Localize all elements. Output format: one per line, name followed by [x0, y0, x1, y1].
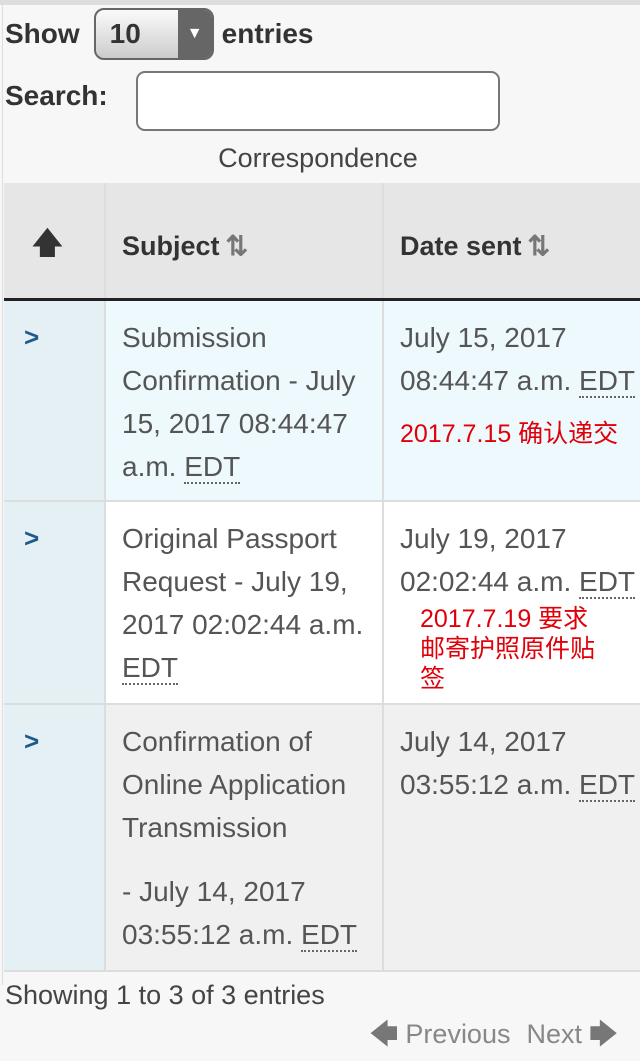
date-text: July 14, 2017 03:55:12 a.m.: [400, 726, 572, 800]
date-cell: July 15, 2017 08:44:47 a.m. EDT 2017.7.1…: [383, 299, 640, 502]
correspondence-table: 🡅 Subject ⇅ Date sent ⇅ > Submission Confi…: [4, 183, 640, 972]
date-text: July 19, 2017 02:02:44 a.m.: [400, 523, 572, 597]
timezone-abbr: EDT: [122, 652, 178, 685]
entries-select[interactable]: 10 ▼: [93, 8, 214, 60]
table-row[interactable]: > Confirmation of Online Application Tra…: [4, 704, 640, 972]
subject-text: Confirmation of Online Application Trans…: [122, 726, 347, 843]
date-column-header[interactable]: Date sent ⇅: [383, 183, 640, 301]
sort-icon: ⇅: [225, 230, 249, 261]
top-border: [0, 0, 640, 5]
search-label: Search:: [5, 80, 108, 111]
expand-column-header[interactable]: 🡅: [4, 183, 106, 301]
annotation: 2017.7.19 要求邮寄护照原件贴签: [420, 605, 596, 693]
subject-header-label: Subject: [122, 230, 220, 261]
chevron-right-icon[interactable]: >: [4, 299, 106, 502]
show-label: Show: [5, 18, 80, 49]
table-caption: Correspondence: [218, 143, 418, 173]
table-row[interactable]: > Submission Confirmation - July 15, 201…: [4, 299, 640, 502]
timezone-abbr: EDT: [579, 364, 636, 398]
chevron-right-icon[interactable]: >: [4, 501, 106, 705]
subject-cell: Confirmation of Online Application Trans…: [105, 704, 384, 972]
table-info: Showing 1 to 3 of 3 entries: [5, 980, 325, 1010]
subject-cell: Original Passport Request - July 19, 201…: [105, 501, 384, 705]
date-header-label: Date sent: [400, 230, 522, 261]
timezone-abbr: EDT: [184, 450, 241, 484]
sort-icon: ⇅: [527, 230, 551, 261]
date-cell: July 19, 2017 02:02:44 a.m. EDT 2017.7.1…: [383, 501, 640, 705]
timezone-abbr: EDT: [579, 769, 636, 802]
previous-label: Previous: [405, 1019, 511, 1049]
entries-value: 10: [109, 18, 141, 49]
subject-cell: Submission Confirmation - July 15, 2017 …: [105, 299, 384, 502]
subject-text: Original Passport Request - July 19, 201…: [122, 523, 364, 640]
search-input[interactable]: [136, 71, 500, 131]
arrow-left-icon: 🡄: [370, 1019, 398, 1049]
entries-label: entries: [221, 18, 314, 49]
subject-column-header[interactable]: Subject ⇅: [105, 183, 384, 301]
next-label: Next: [526, 1019, 582, 1049]
annotation: 2017.7.15 确认递交: [400, 419, 619, 448]
date-text: July 15, 2017 08:44:47 a.m.: [400, 321, 572, 396]
chevron-down-icon: ▼: [177, 10, 212, 58]
subject-date-text: - July 14, 2017 03:55:12 a.m.: [122, 876, 306, 950]
pagination: 🡄 Previous Next 🡆: [370, 1015, 638, 1061]
arrow-right-icon: 🡆: [589, 1019, 618, 1049]
table-row[interactable]: > Original Passport Request - July 19, 2…: [4, 501, 640, 705]
chevron-right-icon[interactable]: >: [4, 704, 106, 972]
timezone-abbr: EDT: [301, 919, 358, 952]
timezone-abbr: EDT: [579, 566, 636, 599]
next-button[interactable]: Next 🡆: [526, 1015, 617, 1061]
previous-button[interactable]: 🡄 Previous: [370, 1015, 510, 1061]
length-menu: Show 10 ▼ entries: [5, 8, 314, 60]
date-cell: July 14, 2017 03:55:12 a.m. EDT: [383, 704, 640, 972]
